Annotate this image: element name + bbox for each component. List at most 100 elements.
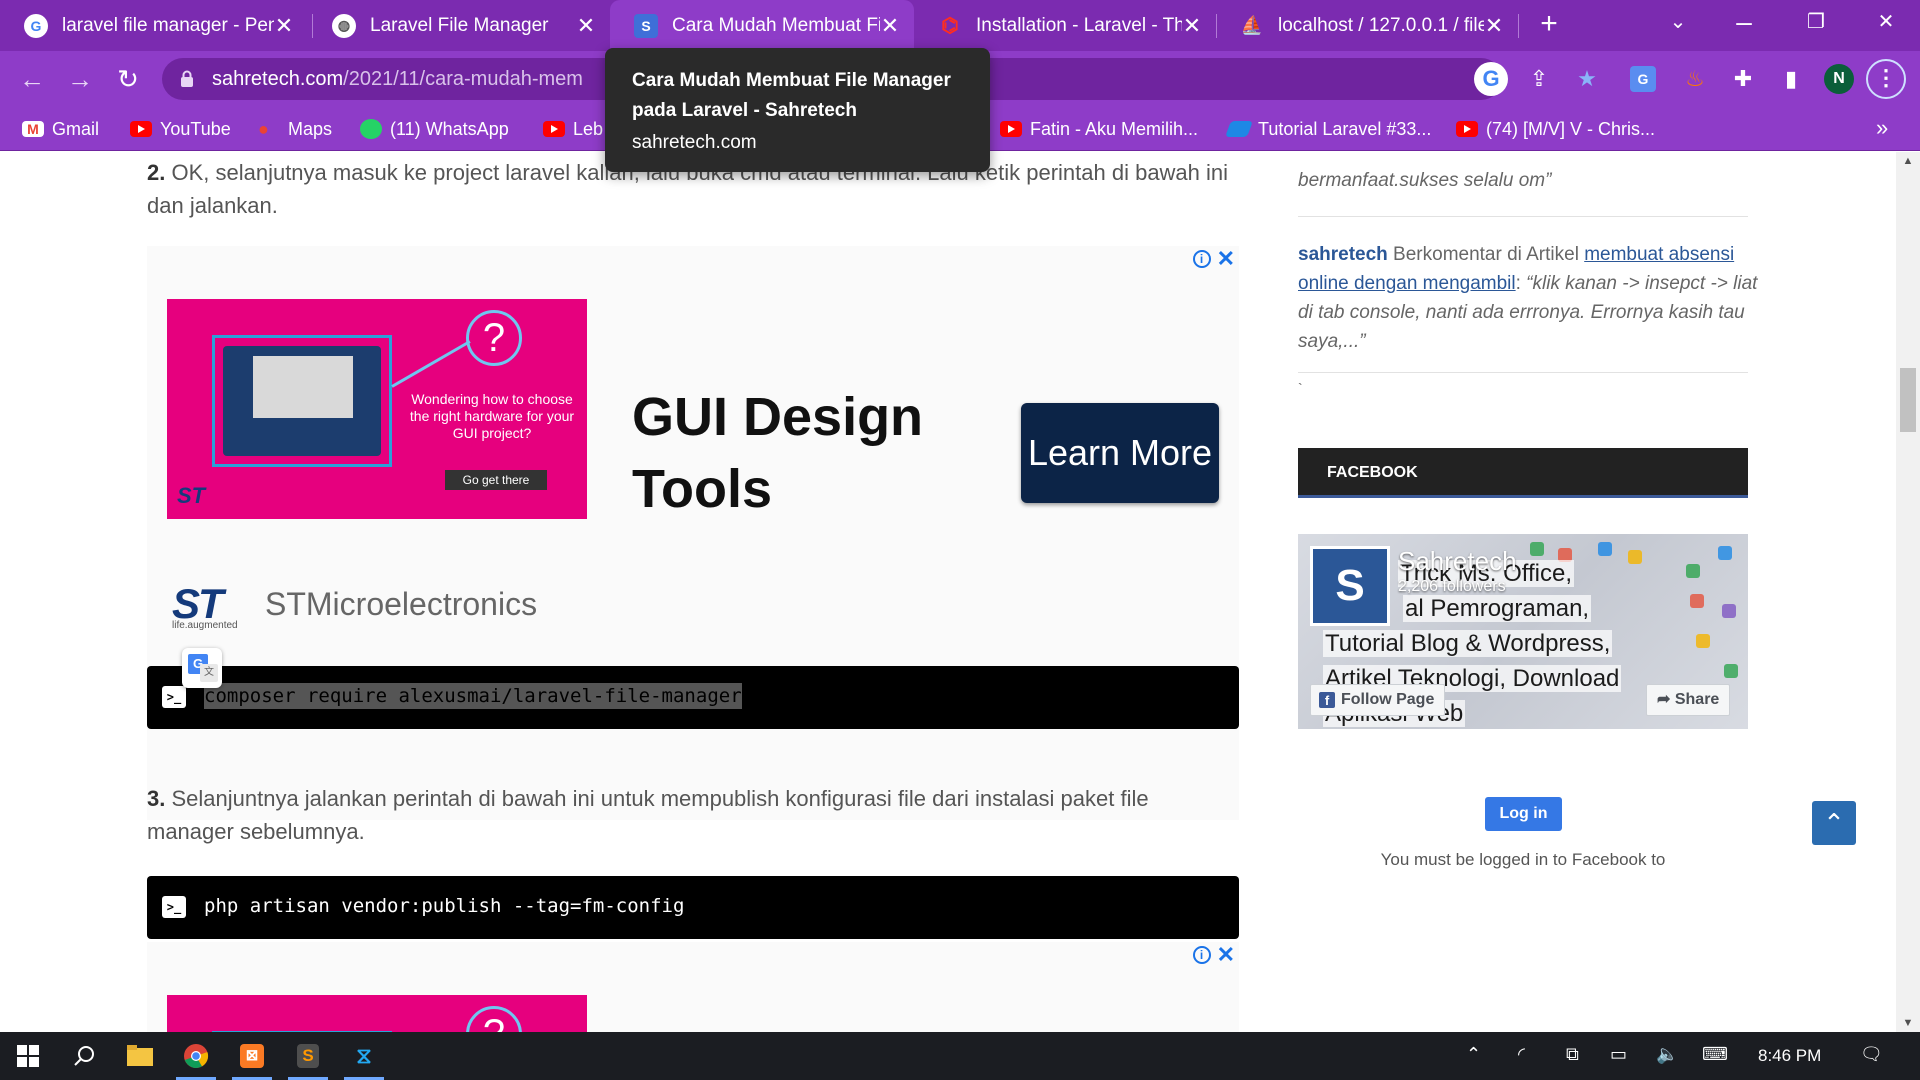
code-block-publish[interactable]: >_ php artisan vendor:publish --tag=fm-c…: [147, 876, 1239, 939]
scroll-thumb[interactable]: [1900, 368, 1916, 432]
connector-line: [391, 340, 471, 388]
ad-choices[interactable]: i ✕: [1192, 248, 1235, 270]
bookmark-youtube[interactable]: YouTube: [130, 117, 231, 141]
side-panel-icon[interactable]: ▮: [1774, 62, 1808, 96]
close-tab-icon[interactable]: ✕: [880, 14, 900, 36]
google-lens-icon[interactable]: G: [1474, 62, 1508, 96]
share-icon[interactable]: ⇪: [1522, 62, 1556, 96]
close-tab-icon[interactable]: ✕: [1182, 14, 1202, 36]
sublime-text-icon[interactable]: S: [280, 1032, 336, 1080]
advertisement-2[interactable]: i ✕ ?: [147, 942, 1239, 1032]
bookmark-maps[interactable]: ● Maps: [258, 117, 332, 141]
scroll-up-arrow-icon[interactable]: ▲: [1896, 152, 1920, 170]
youtube-icon: [1456, 121, 1478, 137]
wifi-icon[interactable]: ◜: [1518, 1044, 1525, 1065]
notifications-icon[interactable]: 🗨: [1860, 1044, 1883, 1065]
ad-headline[interactable]: GUI Design Tools: [632, 381, 932, 525]
divider: [1298, 372, 1748, 373]
laravel-icon: ⌬: [941, 15, 959, 37]
windows-start-icon[interactable]: [0, 1032, 56, 1080]
maps-icon: ●: [258, 119, 269, 139]
close-tab-icon[interactable]: ✕: [1484, 14, 1504, 36]
search-icon[interactable]: [56, 1032, 112, 1080]
show-hidden-icons-chevron-icon[interactable]: ⌃: [1466, 1044, 1481, 1065]
page-scrollbar[interactable]: ▲ ▼: [1896, 152, 1920, 1032]
facebook-page-plugin[interactable]: Trick Ms. Office, al Pemrograman, Tutori…: [1298, 534, 1748, 729]
ad-info-icon[interactable]: i: [1192, 946, 1211, 964]
bookmark-tutorial-laravel[interactable]: Tutorial Laravel #33...: [1225, 117, 1431, 141]
close-tab-icon[interactable]: ✕: [576, 14, 596, 36]
bookmark-fatin[interactable]: Fatin - Aku Memilih...: [1000, 117, 1198, 141]
ad-board-frame: [212, 335, 392, 467]
follow-page-button[interactable]: f Follow Page: [1310, 684, 1446, 716]
globe-icon: ◍: [332, 13, 356, 38]
bookmark-leb[interactable]: Leb: [543, 117, 603, 141]
facebook-page-name[interactable]: Sahretech: [1398, 546, 1517, 577]
code-command-text[interactable]: composer require alexusmai/laravel-file-…: [204, 683, 742, 709]
close-window-icon[interactable]: ✕: [1856, 0, 1916, 44]
volume-icon[interactable]: 🔈: [1656, 1044, 1678, 1065]
ad-banner-image[interactable]: ?: [167, 995, 587, 1032]
back-to-top-button[interactable]: ⌃: [1812, 801, 1856, 845]
tab-search-chevron-icon[interactable]: ⌄: [1648, 0, 1708, 44]
ad-banner-image[interactable]: ? Wondering how to choose the right hard…: [167, 299, 587, 519]
bookmark-whatsapp[interactable]: (11) WhatsApp: [360, 117, 509, 141]
clock[interactable]: 8:46 PM: [1758, 1046, 1821, 1066]
tab-phpmyadmin[interactable]: ⛵ localhost / 127.0.0.1 / file ✕: [1216, 0, 1518, 51]
tab-installation-laravel[interactable]: ⌬ Installation - Laravel - The ✕: [914, 0, 1216, 51]
advertisement[interactable]: i ✕ ? Wondering how to choose the right …: [147, 246, 1239, 820]
terminal-icon: >_: [162, 686, 186, 708]
battery-icon[interactable]: ▭: [1610, 1044, 1627, 1065]
more-bookmarks-icon[interactable]: »: [1876, 115, 1888, 141]
forward-icon[interactable]: →: [60, 59, 100, 99]
chrome-menu-icon[interactable]: ⋮: [1866, 59, 1906, 99]
code-command-text[interactable]: php artisan vendor:publish --tag=fm-conf…: [204, 895, 684, 917]
comment-quote-fragment: bermanfaat.sukses selalu om”: [1298, 170, 1552, 191]
tab-laravel-file-manager-search[interactable]: G laravel file manager - Pen ✕: [0, 0, 308, 51]
vscode-icon[interactable]: ⧖: [336, 1032, 392, 1080]
back-icon[interactable]: ←: [12, 59, 52, 99]
hardware-board-image: [223, 346, 381, 456]
facebook-login-button[interactable]: Log in: [1485, 797, 1562, 831]
st-tagline: life.augmented: [172, 620, 238, 631]
ad-info-icon[interactable]: i: [1192, 250, 1211, 268]
scroll-down-arrow-icon[interactable]: ▼: [1896, 1014, 1920, 1032]
bookmark-gmail[interactable]: M Gmail: [22, 117, 99, 141]
facebook-login-note: You must be logged in to Facebook to: [1380, 850, 1666, 869]
extensions-puzzle-icon[interactable]: ✚: [1726, 62, 1760, 96]
reload-icon[interactable]: ↻: [108, 59, 148, 99]
comment-author-link[interactable]: sahretech: [1298, 244, 1388, 265]
bookmark-star-icon[interactable]: ★: [1570, 62, 1604, 96]
ad-close-icon[interactable]: ✕: [1217, 944, 1235, 966]
extension-fire-icon[interactable]: ♨: [1678, 62, 1712, 96]
tab-cara-mudah-membuat[interactable]: S Cara Mudah Membuat Fil ✕: [610, 0, 914, 51]
profile-avatar[interactable]: N: [1824, 64, 1854, 94]
file-explorer-icon[interactable]: [112, 1032, 168, 1080]
tab-laravel-file-manager[interactable]: ◍ Laravel File Manager ✕: [308, 0, 610, 51]
youtube-icon: [130, 121, 152, 137]
facebook-share-button[interactable]: ➦ Share: [1646, 684, 1731, 716]
ad-choices[interactable]: i ✕: [1192, 944, 1235, 966]
close-tab-icon[interactable]: ✕: [274, 14, 294, 36]
meet-now-icon[interactable]: ⧉: [1566, 1044, 1579, 1065]
touch-keyboard-icon[interactable]: ⌨: [1702, 1044, 1728, 1065]
ad-close-icon[interactable]: ✕: [1217, 248, 1235, 270]
code-block-composer[interactable]: >_ composer require alexusmai/laravel-fi…: [147, 666, 1239, 729]
restore-icon[interactable]: ❐: [1786, 0, 1846, 44]
ad-advertiser-name[interactable]: STMicroelectronics: [265, 586, 537, 623]
bookmark-mv-chris[interactable]: (74) [M/V] V - Chris...: [1456, 117, 1655, 141]
tooltip-title: Cara Mudah Membuat File Manager pada Lar…: [632, 70, 951, 121]
google-translate-popup-icon[interactable]: G 文: [182, 648, 222, 688]
google-translate-icon[interactable]: G: [1630, 66, 1656, 92]
chrome-taskbar-icon[interactable]: [168, 1032, 224, 1080]
minimize-icon[interactable]: –: [1714, 0, 1774, 44]
question-bubble: ?: [466, 310, 522, 366]
board-screen: [253, 356, 353, 418]
xampp-icon[interactable]: ⊠: [224, 1032, 280, 1080]
learn-more-button[interactable]: Learn More: [1021, 403, 1219, 503]
ad-go-button[interactable]: Go get there: [445, 470, 547, 490]
question-bubble: ?: [466, 1006, 522, 1032]
facebook-page-avatar[interactable]: S: [1310, 546, 1390, 626]
new-tab-button[interactable]: +: [1532, 8, 1566, 42]
tab-strip: G laravel file manager - Pen ✕ ◍ Laravel…: [0, 0, 1920, 51]
